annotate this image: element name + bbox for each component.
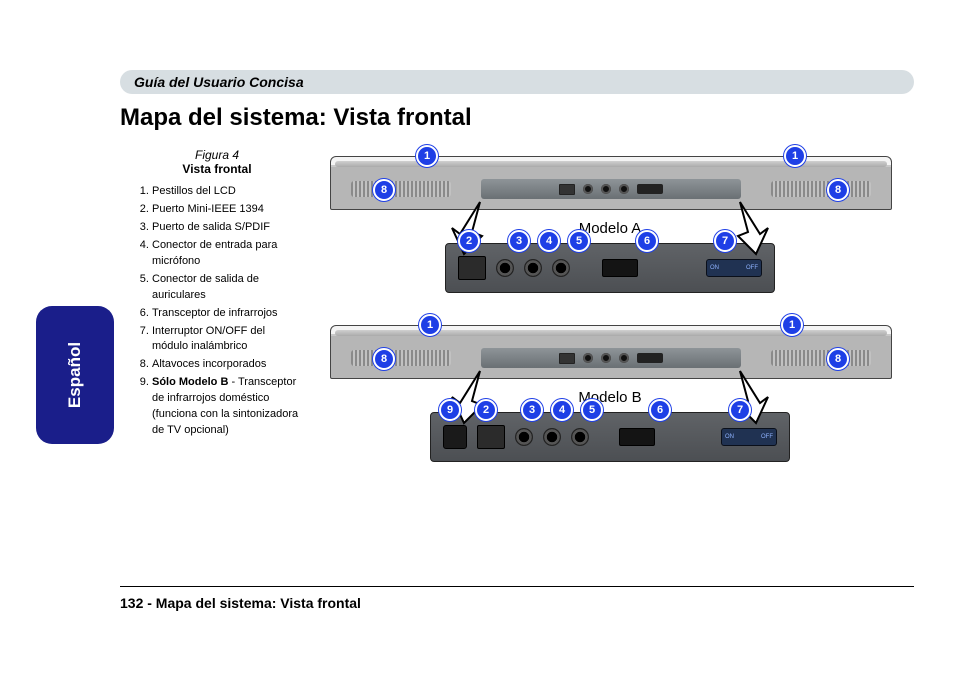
figure-title: Vista frontal xyxy=(132,162,302,176)
wireless-switch-icon: ON OFF xyxy=(706,259,762,277)
callout-bubble-9: 9 xyxy=(439,399,461,421)
callout-bubble-8: 8 xyxy=(373,179,395,201)
model-a-detail: ON OFF 2 3 4 5 6 7 xyxy=(445,243,775,293)
jack-icon xyxy=(601,184,611,194)
spdif-jack-icon xyxy=(515,428,533,446)
mini-port-icon xyxy=(559,184,575,195)
callout-bubble-1: 1 xyxy=(419,314,441,336)
callout-bubble-8: 8 xyxy=(827,348,849,370)
model-a-block: 1 1 8 8 Modelo A ON OFF 2 3 xyxy=(330,156,890,293)
jack-icon xyxy=(583,353,593,363)
model-b-label: Modelo B xyxy=(330,389,890,406)
infrared-port-icon xyxy=(619,428,655,446)
headphone-jack-icon xyxy=(552,259,570,277)
callout-8: Altavoces incorporados xyxy=(152,357,302,373)
jack-icon xyxy=(601,353,611,363)
cir-port-icon xyxy=(443,425,467,449)
header-text: Guía del Usuario Concisa xyxy=(134,74,304,90)
callout-3: Puerto de salida S/PDIF xyxy=(152,220,302,236)
model-a-front: 1 1 8 8 xyxy=(330,156,892,210)
callout-bubble-2: 2 xyxy=(475,399,497,421)
model-b-block: 1 1 8 8 Modelo B ON OFF 9 2 xyxy=(330,325,890,462)
headphone-jack-icon xyxy=(571,428,589,446)
jack-icon xyxy=(583,184,593,194)
ieee1394-port-icon xyxy=(458,256,486,280)
speaker-right-icon xyxy=(771,350,871,366)
callout-9-lead: Sólo Modelo B xyxy=(152,376,228,388)
model-b-front: 1 1 8 8 xyxy=(330,325,892,379)
slot-icon xyxy=(637,184,663,194)
language-tab: Español xyxy=(36,306,114,444)
jack-icon xyxy=(619,184,629,194)
switch-off-label: OFF xyxy=(761,434,773,440)
model-b-detail: ON OFF 9 2 3 4 5 6 7 xyxy=(430,412,790,462)
callout-bubble-8: 8 xyxy=(373,348,395,370)
callout-4: Conector de entrada para micrófono xyxy=(152,238,302,270)
callout-7: Interruptor ON/OFF del módulo inalámbric… xyxy=(152,324,302,356)
zoom-arrow-icon xyxy=(730,198,770,258)
callout-bubble-1: 1 xyxy=(416,145,438,167)
header-bar: Guía del Usuario Concisa xyxy=(120,70,914,94)
slot-icon xyxy=(637,353,663,363)
callout-bubble-4: 4 xyxy=(551,399,573,421)
switch-off-label: OFF xyxy=(746,265,758,271)
callout-bubble-1: 1 xyxy=(781,314,803,336)
language-label: Español xyxy=(65,342,85,408)
callout-bubble-8: 8 xyxy=(827,179,849,201)
callout-bubble-7: 7 xyxy=(714,230,736,252)
callout-bubble-4: 4 xyxy=(538,230,560,252)
callout-bubble-3: 3 xyxy=(508,230,530,252)
callout-bubble-2: 2 xyxy=(458,230,480,252)
callout-bubble-5: 5 xyxy=(568,230,590,252)
diagram-area: 1 1 8 8 Modelo A ON OFF 2 3 xyxy=(330,156,890,494)
model-a-label: Modelo A xyxy=(330,220,890,237)
figure-column: Figura 4 Vista frontal Pestillos del LCD… xyxy=(132,148,302,441)
callout-9: Sólo Modelo B - Transceptor de infrarroj… xyxy=(152,375,302,439)
mic-jack-icon xyxy=(543,428,561,446)
callout-6: Transceptor de infrarrojos xyxy=(152,306,302,322)
ieee1394-port-icon xyxy=(477,425,505,449)
center-port-strip xyxy=(481,348,741,368)
center-port-strip xyxy=(481,179,741,199)
speaker-left-icon xyxy=(351,350,451,366)
footer-rule xyxy=(120,586,914,587)
speaker-left-icon xyxy=(351,181,451,197)
callout-bubble-6: 6 xyxy=(649,399,671,421)
mini-port-icon xyxy=(559,353,575,364)
mic-jack-icon xyxy=(524,259,542,277)
callout-list: Pestillos del LCD Puerto Mini-IEEE 1394 … xyxy=(132,184,302,439)
jack-icon xyxy=(619,353,629,363)
page-title: Mapa del sistema: Vista frontal xyxy=(120,104,472,132)
switch-on-label: ON xyxy=(725,434,734,440)
callout-bubble-7: 7 xyxy=(729,399,751,421)
callout-5: Conector de salida de auriculares xyxy=(152,272,302,304)
wireless-switch-icon: ON OFF xyxy=(721,428,777,446)
speaker-right-icon xyxy=(771,181,871,197)
callout-2: Puerto Mini-IEEE 1394 xyxy=(152,202,302,218)
spdif-jack-icon xyxy=(496,259,514,277)
callout-bubble-1: 1 xyxy=(784,145,806,167)
callout-1: Pestillos del LCD xyxy=(152,184,302,200)
footer-text: 132 - Mapa del sistema: Vista frontal xyxy=(120,595,361,611)
callout-bubble-6: 6 xyxy=(636,230,658,252)
switch-on-label: ON xyxy=(710,265,719,271)
callout-bubble-3: 3 xyxy=(521,399,543,421)
infrared-port-icon xyxy=(602,259,638,277)
callout-bubble-5: 5 xyxy=(581,399,603,421)
figure-number: Figura 4 xyxy=(132,148,302,162)
